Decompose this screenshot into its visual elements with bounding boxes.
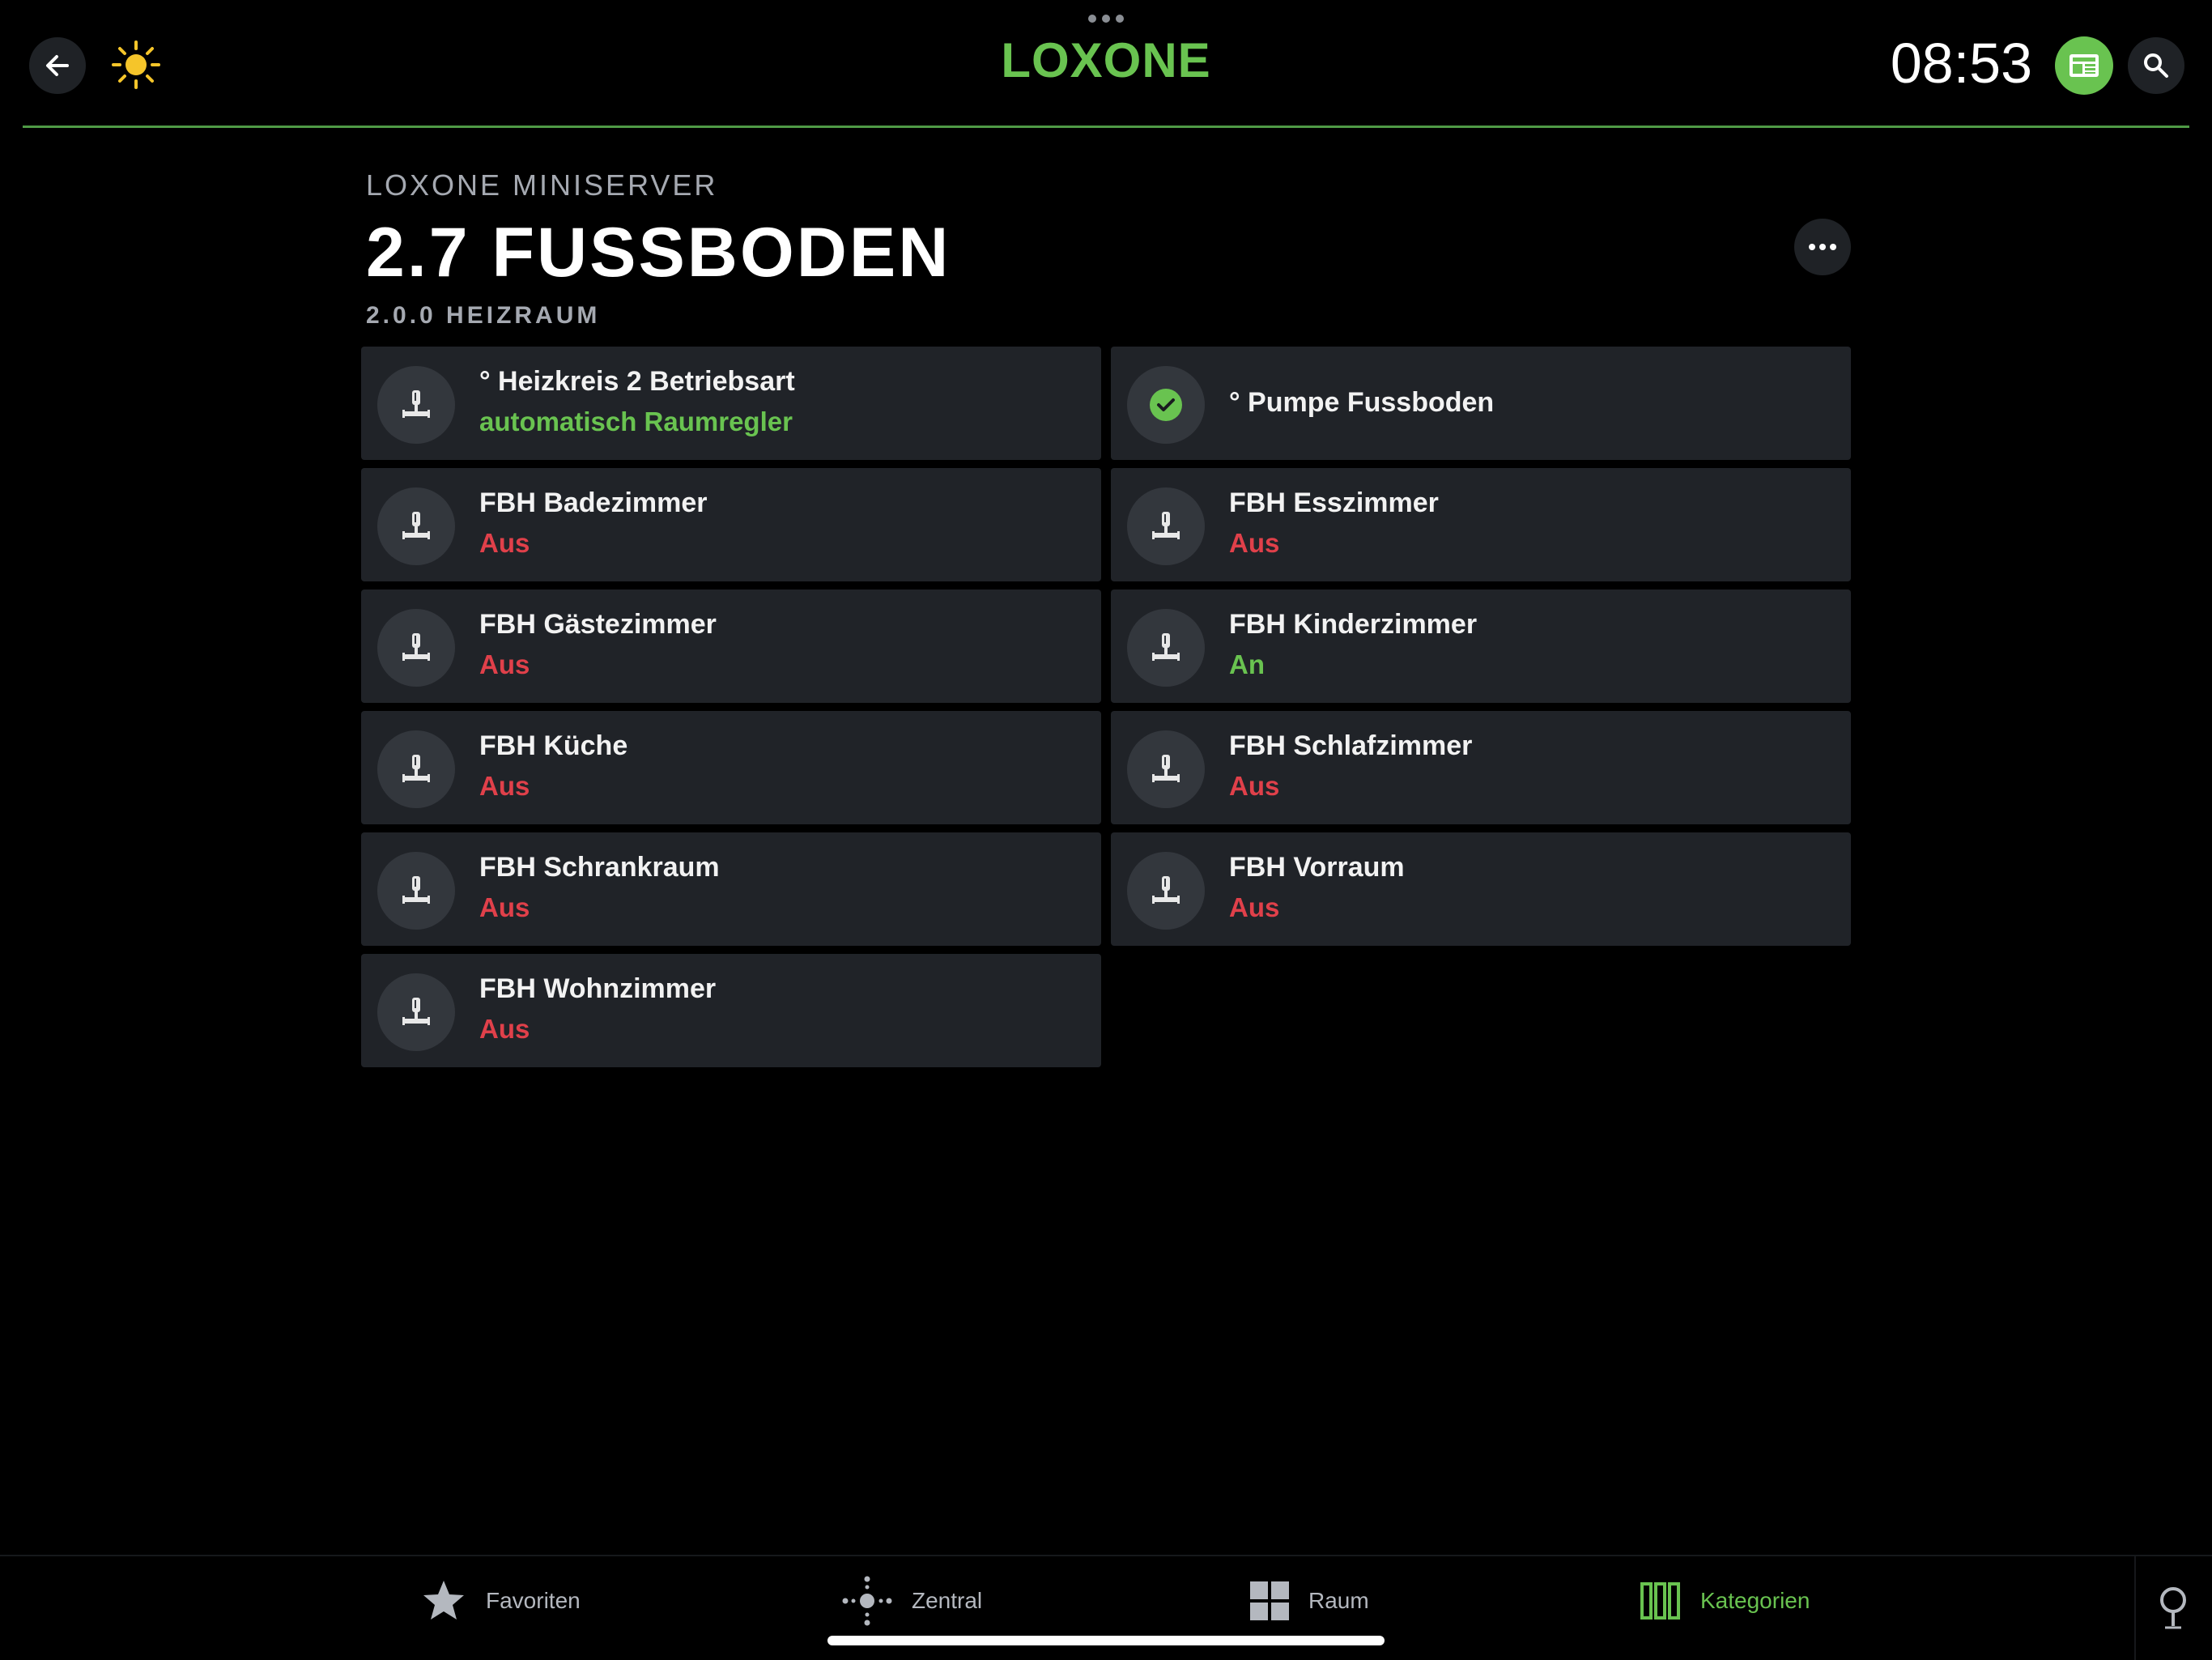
page-header: LOXONE MINISERVER 2.7 FUSSBODEN 2.0.0 HE…: [366, 168, 1851, 329]
valve-icon: [377, 609, 455, 687]
control-status: An: [1229, 649, 1265, 679]
control-card[interactable]: ° Heizkreis 2 Betriebsart automatisch Ra…: [361, 347, 1101, 460]
valve-icon: [1127, 852, 1205, 930]
control-card[interactable]: FBH Schlafzimmer Aus: [1111, 711, 1851, 824]
valve-icon: [1127, 487, 1205, 565]
control-status: Aus: [479, 892, 530, 922]
tab-label: Favoriten: [486, 1588, 581, 1613]
control-card[interactable]: FBH Kinderzimmer An: [1111, 590, 1851, 703]
control-status: Aus: [479, 649, 530, 679]
control-name: FBH Badezimmer: [479, 487, 708, 518]
more-options-button[interactable]: [1794, 219, 1851, 275]
header-divider: [23, 126, 2189, 128]
back-button[interactable]: [29, 37, 86, 94]
valve-icon: [1127, 730, 1205, 808]
valve-icon: [377, 852, 455, 930]
rooms-grid-icon: [1250, 1581, 1289, 1620]
control-name: FBH Schrankraum: [479, 852, 720, 883]
central-icon: [842, 1576, 892, 1626]
control-card[interactable]: FBH Badezimmer Aus: [361, 468, 1101, 581]
control-status: Aus: [1229, 892, 1280, 922]
control-status: Aus: [479, 771, 530, 801]
home-indicator[interactable]: [827, 1636, 1385, 1645]
clock: 08:53: [1890, 32, 2032, 95]
tab-kategorien[interactable]: Kategorien: [1640, 1573, 1810, 1629]
location-pin-icon[interactable]: [2155, 1586, 2191, 1631]
control-name: FBH Gästezimmer: [479, 609, 717, 640]
tab-label: Raum: [1308, 1588, 1369, 1613]
search-icon: [2144, 53, 2168, 78]
control-status: automatisch Raumregler: [479, 406, 793, 436]
page-title: 2.7 FUSSBODEN: [366, 214, 951, 292]
control-status: Aus: [479, 1014, 530, 1044]
control-name: FBH Schlafzimmer: [1229, 730, 1473, 761]
news-button[interactable]: [2055, 36, 2113, 95]
valve-icon: [377, 730, 455, 808]
valve-icon: [377, 973, 455, 1051]
ellipsis-icon: [1809, 244, 1836, 250]
search-button[interactable]: [2128, 37, 2184, 94]
sun-icon[interactable]: [110, 39, 162, 91]
valve-icon: [1127, 609, 1205, 687]
tab-label: Zentral: [912, 1588, 983, 1613]
control-status: Aus: [479, 528, 530, 558]
control-status: Aus: [1229, 528, 1280, 558]
valve-icon: [377, 366, 455, 444]
tab-raum[interactable]: Raum: [1250, 1573, 1369, 1629]
tab-label: Kategorien: [1700, 1588, 1810, 1613]
control-status: Aus: [1229, 771, 1280, 801]
control-card[interactable]: FBH Küche Aus: [361, 711, 1101, 824]
control-card[interactable]: FBH Gästezimmer Aus: [361, 590, 1101, 703]
server-name: LOXONE MINISERVER: [366, 168, 718, 202]
control-name: FBH Wohnzimmer: [479, 973, 717, 1004]
arrow-left-icon: [46, 55, 69, 76]
room-name: 2.0.0 HEIZRAUM: [366, 302, 601, 329]
control-name: FBH Vorraum: [1229, 852, 1405, 883]
control-card[interactable]: FBH Esszimmer Aus: [1111, 468, 1851, 581]
control-card[interactable]: FBH Wohnzimmer Aus: [361, 954, 1101, 1067]
tab-favoriten[interactable]: Favoriten: [421, 1573, 581, 1629]
window-handle-dots[interactable]: [1088, 15, 1124, 23]
control-card[interactable]: FBH Schrankraum Aus: [361, 832, 1101, 946]
control-name: FBH Esszimmer: [1229, 487, 1439, 518]
control-name: ° Pumpe Fussboden: [1229, 387, 1495, 418]
control-name: ° Heizkreis 2 Betriebsart: [479, 366, 795, 397]
valve-icon: [377, 487, 455, 565]
top-bar: LOXONE 08:53: [0, 0, 2212, 130]
control-card[interactable]: ° Pumpe Fussboden: [1111, 347, 1851, 460]
loxone-logo: LOXONE: [1001, 33, 1211, 87]
categories-icon: [1640, 1582, 1680, 1620]
control-name: FBH Kinderzimmer: [1229, 609, 1478, 640]
tab-zentral[interactable]: Zentral: [842, 1573, 982, 1629]
tab-divider: [2134, 1556, 2136, 1660]
newspaper-icon: [2069, 54, 2099, 77]
control-card[interactable]: FBH Vorraum Aus: [1111, 832, 1851, 946]
check-circle-icon: [1127, 366, 1205, 444]
star-icon: [423, 1581, 464, 1620]
control-name: FBH Küche: [479, 730, 628, 761]
